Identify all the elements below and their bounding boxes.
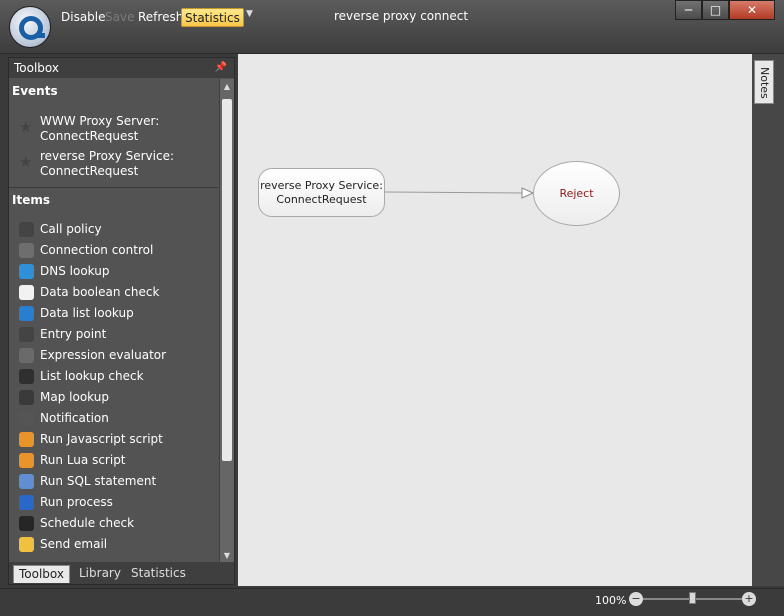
entry-point-icon — [19, 327, 34, 342]
title-bar: Disable Save Refresh Statistics ▼ revers… — [0, 0, 784, 54]
scroll-thumb[interactable] — [222, 99, 232, 461]
disable-button[interactable]: Disable — [58, 8, 109, 27]
toolbox-item-label: Expression evaluator — [40, 348, 167, 362]
window-title: reverse proxy connect — [334, 9, 469, 23]
dns-globe-icon — [19, 264, 34, 279]
zoom-out-button[interactable]: − — [629, 592, 643, 606]
tab-statistics[interactable]: Statistics — [126, 565, 191, 583]
list-globe-icon — [19, 306, 34, 321]
zoom-level: 100% — [595, 594, 627, 607]
notification-icon — [19, 411, 34, 426]
toolbox-item-label: Connection control — [40, 243, 154, 257]
toolbox-item-label: Data list lookup — [40, 306, 134, 320]
pin-icon[interactable]: 📌 — [215, 58, 227, 78]
section-divider — [9, 187, 218, 188]
toolbox-item-label: Entry point — [40, 327, 107, 341]
minimize-button[interactable]: ─ — [675, 0, 702, 20]
app-logo-icon[interactable] — [9, 6, 51, 48]
quick-access-dropdown-icon[interactable]: ▼ — [246, 9, 253, 19]
scroll-down-icon[interactable]: ▼ — [220, 548, 234, 563]
list-check-icon — [19, 369, 34, 384]
toolbox-item-label: DNS lookup — [40, 264, 110, 278]
toolbox-item-label: Send email — [40, 537, 108, 551]
envelope-icon — [19, 537, 34, 552]
scroll-up-icon[interactable]: ▲ — [220, 79, 234, 94]
gear-orange-icon — [19, 432, 34, 447]
zoom-in-button[interactable]: + — [742, 592, 756, 606]
refresh-button[interactable]: Refresh — [135, 8, 186, 27]
map-lookup-icon — [19, 390, 34, 405]
toolbox-title: Toolbox — [14, 61, 59, 75]
toolbox-item-label: Run process — [40, 495, 113, 509]
toolbox-panel: Toolbox 📌 Events ★ WWW Proxy Server: Con… — [8, 57, 235, 585]
tab-library[interactable]: Library — [74, 565, 126, 583]
sql-database-icon — [19, 474, 34, 489]
statistics-button[interactable]: Statistics — [181, 8, 244, 27]
toolbox-item-label: Call policy — [40, 222, 102, 236]
toolbox-item-label: Map lookup — [40, 390, 109, 404]
tab-toolbox[interactable]: Toolbox — [13, 565, 70, 583]
events-heading: Events — [12, 84, 58, 98]
gear-orange-icon — [19, 453, 34, 468]
call-policy-icon — [19, 222, 34, 237]
star-icon: ★ — [19, 153, 33, 171]
notes-tab[interactable]: Notes — [754, 60, 774, 104]
boolean-check-icon — [19, 285, 34, 300]
toolbox-item-label: Run Lua script — [40, 453, 126, 467]
reject-node[interactable]: Reject — [533, 161, 620, 226]
toolbox-item-label: Schedule check — [40, 516, 135, 530]
expression-pen-icon — [19, 348, 34, 363]
toolbox-tabs: Toolbox Library Statistics — [9, 562, 234, 584]
close-button[interactable]: ✕ — [729, 0, 775, 20]
calendar-icon — [19, 516, 34, 531]
toolbox-header: Toolbox 📌 — [9, 58, 234, 78]
connector-arrow — [384, 187, 535, 199]
toolbox-item-label: Run SQL statement — [40, 474, 157, 488]
status-bar: 100% − + — [0, 588, 784, 616]
save-button[interactable]: Save — [102, 8, 137, 27]
run-process-icon — [19, 495, 34, 510]
items-heading: Items — [12, 193, 50, 207]
maximize-button[interactable]: □ — [702, 0, 729, 20]
star-icon: ★ — [19, 118, 33, 136]
connection-control-icon — [19, 243, 34, 258]
event-node[interactable]: reverse Proxy Service: ConnectRequest — [258, 168, 385, 217]
toolbox-item-label: List lookup check — [40, 369, 144, 383]
toolbox-item-label: Run Javascript script — [40, 432, 163, 446]
toolbox-item-label: Data boolean check — [40, 285, 160, 299]
toolbox-item-label: Notification — [40, 411, 109, 425]
zoom-slider-thumb[interactable] — [689, 592, 696, 604]
notes-strip: Notes — [752, 54, 784, 586]
workflow-canvas[interactable]: reverse Proxy Service: ConnectRequest Re… — [238, 54, 752, 586]
toolbox-scrollbar[interactable]: ▲ ▼ — [219, 79, 234, 563]
